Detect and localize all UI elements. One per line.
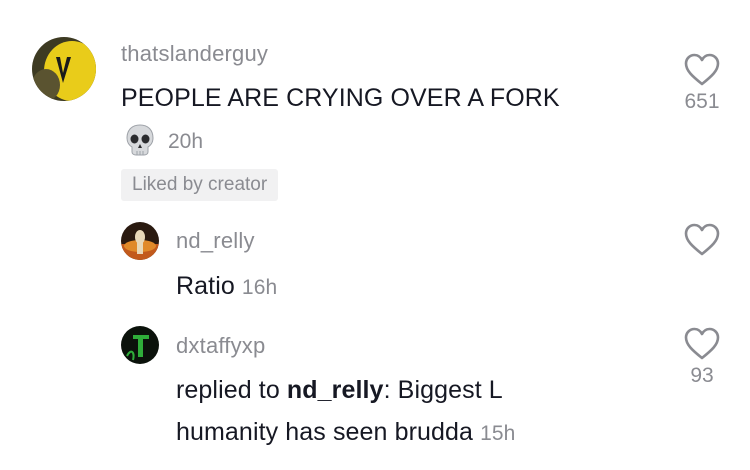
reply-body: Ratio [176, 272, 235, 300]
reply-like-count: 93 [690, 364, 714, 387]
comment-like-button[interactable]: 651 [672, 52, 732, 114]
reply-like-button[interactable]: 93 [672, 326, 732, 388]
avatar-dxtaffyxp[interactable] [121, 326, 159, 364]
comment-username[interactable]: thatslanderguy [121, 41, 268, 67]
avatar-image [121, 222, 159, 260]
reply-timestamp: 15h [480, 422, 516, 445]
reply-text: replied to nd_relly: Biggest L [176, 376, 503, 405]
replied-to-username[interactable]: nd_relly [287, 376, 384, 404]
reply-text: Ratio 16h [176, 272, 277, 301]
reply-prefix: replied to [176, 376, 287, 404]
comment-timestamp: 20h [168, 130, 204, 153]
comment-text: PEOPLE ARE CRYING OVER A FORK [121, 84, 560, 112]
skull-emoji-icon [124, 123, 156, 157]
reply-text-line2: humanity has seen brudda 15h [176, 418, 515, 447]
avatar-image [121, 326, 159, 364]
reply-body-line2: humanity has seen brudda [176, 418, 474, 446]
reply-body-line1: : Biggest L [383, 376, 503, 404]
reply-username[interactable]: nd_relly [176, 228, 255, 254]
avatar-image [32, 37, 96, 101]
comment-like-count: 651 [684, 90, 720, 113]
liked-by-creator-badge: Liked by creator [121, 169, 279, 201]
heart-outline-icon [684, 223, 720, 256]
heart-outline-icon [684, 53, 720, 86]
reply-username[interactable]: dxtaffyxp [176, 333, 265, 359]
reply-timestamp: 16h [241, 276, 278, 299]
avatar-nd_relly[interactable] [121, 222, 159, 260]
heart-outline-icon [684, 327, 720, 360]
avatar-thatslanderguy[interactable] [32, 37, 96, 101]
reply-like-button[interactable] [672, 222, 732, 260]
